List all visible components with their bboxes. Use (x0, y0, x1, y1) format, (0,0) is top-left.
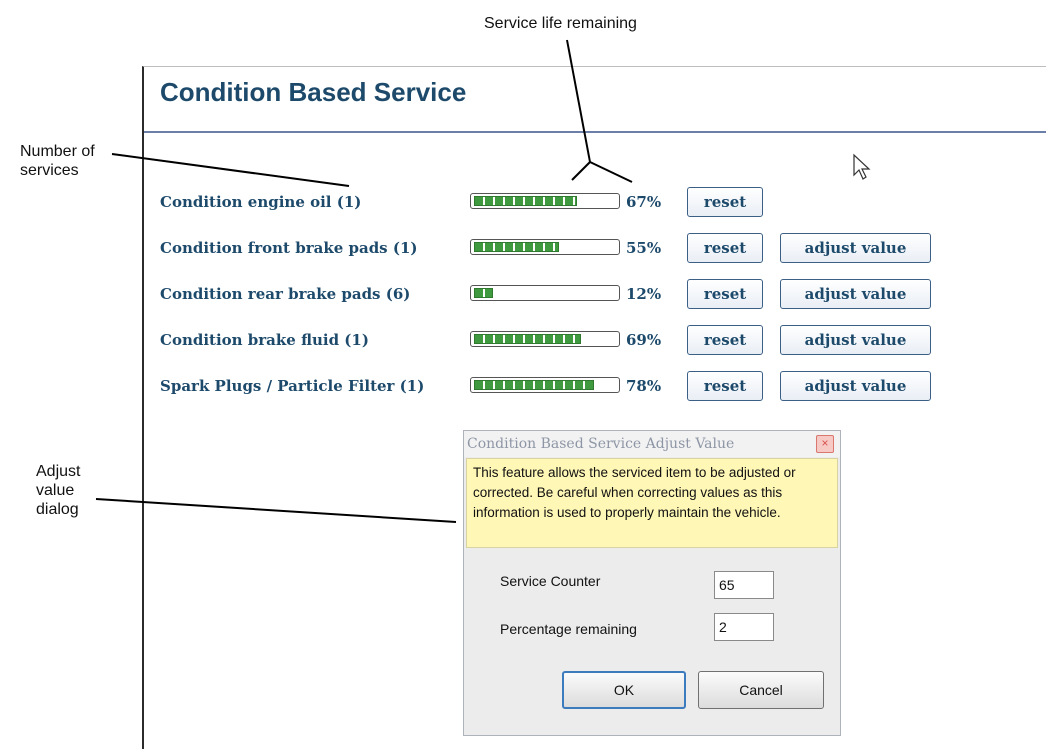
dialog-titlebar: Condition Based Service Adjust Value × (464, 431, 840, 457)
service-row: Condition rear brake pads (6) 12% reset … (144, 279, 1046, 309)
reset-button[interactable]: reset (687, 187, 763, 217)
title-divider (144, 131, 1046, 133)
service-row: Condition brake fluid (1) 69% reset adju… (144, 325, 1046, 355)
reset-button[interactable]: reset (687, 233, 763, 263)
percentage-remaining-label: Percentage remaining (500, 621, 637, 637)
reset-button[interactable]: reset (687, 371, 763, 401)
reset-button[interactable]: reset (687, 325, 763, 355)
close-icon[interactable]: × (816, 435, 834, 453)
adjust-value-button[interactable]: adjust value (780, 325, 931, 355)
service-life-percent: 55% (626, 239, 662, 257)
cancel-button[interactable]: Cancel (698, 671, 824, 709)
annotation-line: value (36, 482, 75, 499)
service-item-label: Spark Plugs / Particle Filter (1) (160, 377, 425, 395)
ok-button[interactable]: OK (562, 671, 686, 709)
percentage-remaining-input[interactable] (714, 613, 774, 641)
service-item-label: Condition brake fluid (1) (160, 331, 369, 349)
annotation-service-life: Service life remaining (484, 15, 637, 32)
service-row: Condition front brake pads (1) 55% reset… (144, 233, 1046, 263)
service-counter-label: Service Counter (500, 573, 601, 589)
service-life-percent: 69% (626, 331, 662, 349)
service-life-bar (470, 193, 620, 209)
annotation-line: Adjust (36, 463, 81, 480)
annotation-line: Number of (20, 143, 95, 160)
dialog-warning-note: This feature allows the serviced item to… (466, 458, 838, 548)
adjust-value-button[interactable]: adjust value (780, 279, 931, 309)
annotation-number-of-services: Number of services (20, 142, 95, 180)
service-life-percent: 12% (626, 285, 662, 303)
adjust-value-dialog: Condition Based Service Adjust Value × T… (463, 430, 841, 736)
reset-button[interactable]: reset (687, 279, 763, 309)
page-title: Condition Based Service (160, 77, 467, 107)
service-life-bar (470, 239, 620, 255)
annotation-line: services (20, 162, 79, 179)
service-counter-input[interactable] (714, 571, 774, 599)
adjust-value-button[interactable]: adjust value (780, 233, 931, 263)
service-life-fill (474, 334, 581, 344)
service-row: Condition engine oil (1) 67% reset (144, 187, 1046, 217)
annotation-adjust-dialog: Adjust value dialog (36, 462, 80, 519)
service-life-fill (474, 196, 577, 206)
service-item-label: Condition engine oil (1) (160, 193, 362, 211)
service-life-percent: 78% (626, 377, 662, 395)
service-life-fill (474, 288, 493, 298)
service-life-bar (470, 285, 620, 301)
service-life-bar (470, 377, 620, 393)
annotation-line: dialog (36, 501, 79, 518)
adjust-value-button[interactable]: adjust value (780, 371, 931, 401)
service-item-label: Condition front brake pads (1) (160, 239, 418, 257)
service-life-fill (474, 242, 559, 252)
service-row: Spark Plugs / Particle Filter (1) 78% re… (144, 371, 1046, 401)
service-life-percent: 67% (626, 193, 662, 211)
service-life-fill (474, 380, 594, 390)
service-item-label: Condition rear brake pads (6) (160, 285, 411, 303)
mouse-pointer-icon (853, 153, 871, 180)
dialog-title: Condition Based Service Adjust Value (467, 436, 735, 452)
service-life-bar (470, 331, 620, 347)
